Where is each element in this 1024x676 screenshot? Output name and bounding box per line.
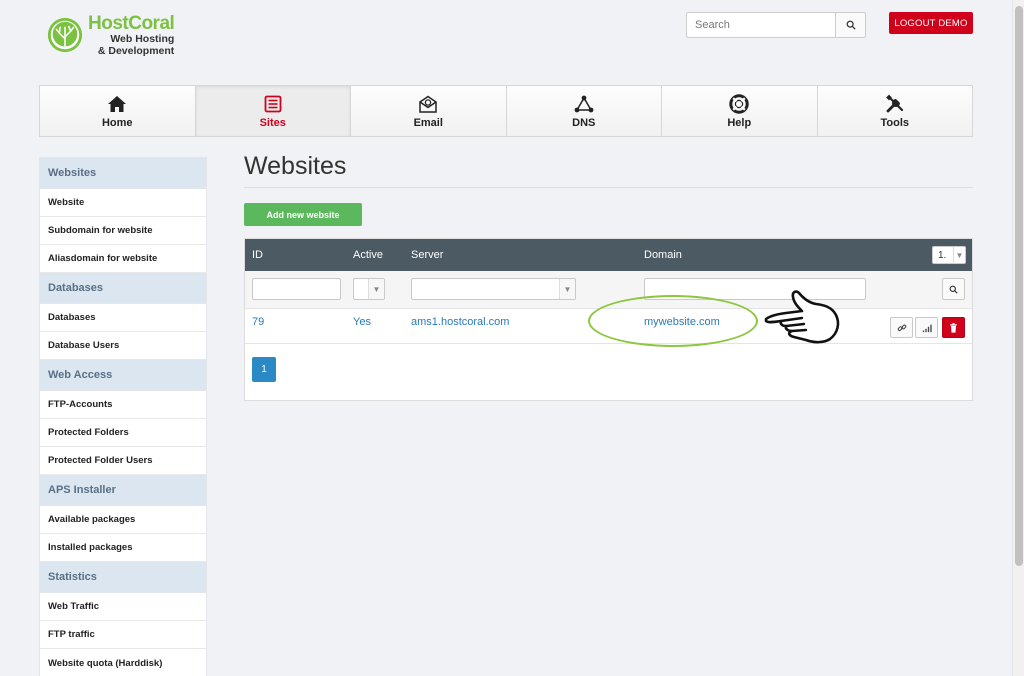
search-icon xyxy=(949,285,958,294)
sidebar: Websites Website Subdomain for website A… xyxy=(39,157,207,676)
row-active[interactable]: Yes xyxy=(353,309,371,335)
title-divider xyxy=(244,187,973,188)
logo[interactable]: HostCoral Web Hosting & Development xyxy=(46,14,196,60)
nav-help[interactable]: Help xyxy=(662,86,818,136)
brand-name: HostCoral xyxy=(88,13,175,34)
email-icon xyxy=(418,94,438,114)
main-nav: Home Sites Email DNS Help Tools xyxy=(39,85,973,137)
sidebar-item-website-quota[interactable]: Website quota (Harddisk) xyxy=(40,649,206,676)
sidebar-item-subdomain[interactable]: Subdomain for website xyxy=(40,217,206,245)
sidebar-item-aliasdomain[interactable]: Aliasdomain for website xyxy=(40,245,206,273)
brand-tagline-1: Web Hosting xyxy=(110,33,175,45)
nav-dns[interactable]: DNS xyxy=(506,86,662,136)
nav-email-label: Email xyxy=(413,116,443,129)
link-icon xyxy=(897,324,906,331)
column-header-id[interactable]: ID xyxy=(252,239,263,271)
filter-server-select[interactable]: ▼ xyxy=(411,278,576,300)
sidebar-group-statistics: Statistics xyxy=(40,562,206,593)
chevron-down-icon: ▼ xyxy=(953,247,965,263)
column-header-server[interactable]: Server xyxy=(411,239,443,271)
nav-tools[interactable]: Tools xyxy=(817,86,972,136)
add-website-button[interactable]: Add new website xyxy=(244,203,362,226)
sidebar-item-website[interactable]: Website xyxy=(40,189,206,217)
tools-icon xyxy=(885,94,905,114)
sidebar-item-databases[interactable]: Databases xyxy=(40,304,206,332)
chevron-down-icon: ▼ xyxy=(368,279,384,299)
per-page-select[interactable]: 1. ▼ xyxy=(932,246,966,264)
sidebar-item-available-packages[interactable]: Available packages xyxy=(40,506,206,534)
column-header-domain[interactable]: Domain xyxy=(644,239,682,271)
sites-icon xyxy=(264,94,282,114)
dns-icon xyxy=(574,94,594,114)
table-header: ID Active Server Domain 1. ▼ xyxy=(245,239,972,271)
chevron-down-icon: ▼ xyxy=(559,279,575,299)
brand-tagline-2: & Development xyxy=(97,45,175,57)
sidebar-item-database-users[interactable]: Database Users xyxy=(40,332,206,360)
delete-button[interactable] xyxy=(942,317,965,338)
search-input[interactable] xyxy=(686,12,835,38)
home-icon xyxy=(107,94,127,114)
search-button[interactable] xyxy=(835,12,866,38)
nav-home-label: Home xyxy=(101,116,133,129)
row-server[interactable]: ams1.hostcoral.com xyxy=(411,309,509,335)
lifebuoy-icon xyxy=(729,93,749,114)
filter-id-input[interactable] xyxy=(252,278,341,300)
pointing-hand-icon xyxy=(764,290,840,344)
sidebar-group-web-access: Web Access xyxy=(40,360,206,391)
sidebar-group-databases: Databases xyxy=(40,273,206,304)
signal-bars-icon xyxy=(922,324,932,332)
sidebar-group-websites: Websites xyxy=(40,158,206,189)
per-page-value: 1. xyxy=(938,249,947,261)
highlight-ellipse xyxy=(588,295,758,347)
nav-dns-label: DNS xyxy=(572,116,596,129)
sidebar-item-protected-folders[interactable]: Protected Folders xyxy=(40,419,206,447)
search-icon xyxy=(846,20,856,30)
nav-help-label: Help xyxy=(727,116,752,129)
nav-tools-label: Tools xyxy=(880,116,909,129)
header-search xyxy=(686,12,866,38)
sidebar-group-aps-installer: APS Installer xyxy=(40,475,206,506)
sidebar-item-ftp-traffic[interactable]: FTP traffic xyxy=(40,621,206,649)
page-scrollbar[interactable] xyxy=(1012,0,1024,676)
filter-active-select[interactable]: ▼ xyxy=(353,278,385,300)
logout-button[interactable]: LOGOUT DEMO xyxy=(889,12,973,34)
sidebar-item-web-traffic[interactable]: Web Traffic xyxy=(40,593,206,621)
filter-search-button[interactable] xyxy=(942,278,965,300)
link-button[interactable] xyxy=(890,317,913,338)
trash-icon xyxy=(950,322,957,333)
sidebar-item-protected-folder-users[interactable]: Protected Folder Users xyxy=(40,447,206,475)
sidebar-item-installed-packages[interactable]: Installed packages xyxy=(40,534,206,562)
pagination-page-1[interactable]: 1 xyxy=(252,357,276,382)
coral-tree-icon xyxy=(47,17,83,53)
sidebar-item-ftp-accounts[interactable]: FTP-Accounts xyxy=(40,391,206,419)
nav-home[interactable]: Home xyxy=(40,86,196,136)
page-title: Websites xyxy=(244,152,347,180)
stats-button[interactable] xyxy=(915,317,938,338)
column-header-active[interactable]: Active xyxy=(353,239,383,271)
nav-sites[interactable]: Sites xyxy=(195,86,351,136)
scrollbar-thumb[interactable] xyxy=(1015,6,1023,566)
row-id[interactable]: 79 xyxy=(252,309,264,335)
nav-email[interactable]: Email xyxy=(351,86,507,136)
nav-sites-label: Sites xyxy=(259,116,286,129)
